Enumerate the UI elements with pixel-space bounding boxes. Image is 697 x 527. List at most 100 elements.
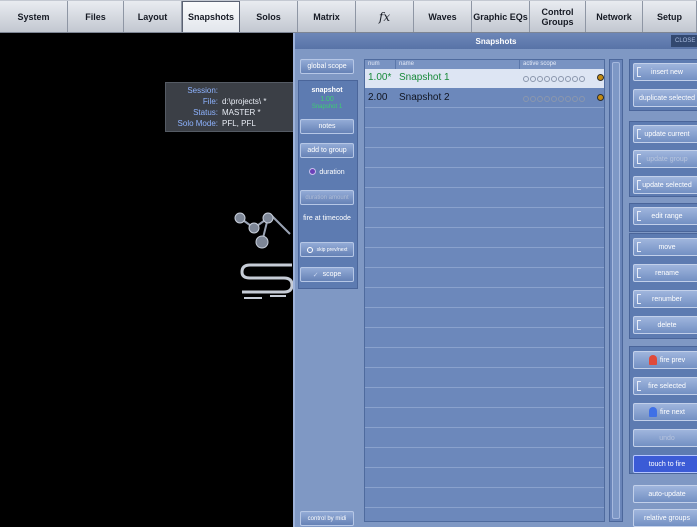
close-button[interactable]: CLOSE — [671, 35, 697, 47]
list-grid-line — [365, 429, 604, 448]
row-name: Snapshot 2 — [399, 92, 450, 103]
duration-label: duration — [319, 169, 345, 176]
auto-update-button[interactable]: auto-update — [633, 485, 697, 503]
update-current-label: update current — [644, 130, 690, 138]
list-grid-line — [365, 309, 604, 328]
update-group-button[interactable]: update group — [633, 150, 697, 168]
duration-amount-button[interactable]: duration amount — [300, 190, 354, 205]
column-active-scope[interactable]: active scope — [520, 60, 604, 69]
scrollbar-thumb[interactable] — [612, 62, 620, 519]
relative-groups-button[interactable]: relative groups — [633, 509, 697, 527]
update-selected-button[interactable]: update selected — [633, 176, 697, 194]
list-grid-line — [365, 509, 604, 527]
row-number: 1.00* — [368, 72, 392, 83]
scope-label: scope — [322, 271, 342, 278]
session-status-label: Status: — [193, 108, 218, 117]
tab-fx[interactable]: fx — [356, 1, 414, 32]
snapshot-list[interactable]: num name active scope 1.00* Snapshot 1 2… — [364, 59, 605, 522]
tab-graphic-eqs[interactable]: Graphic EQs — [472, 1, 530, 32]
scope-indicators — [523, 76, 585, 82]
column-num[interactable]: num — [365, 60, 396, 69]
list-scrollbar[interactable] — [609, 59, 623, 522]
session-info-panel: Session: File: d:\projects\ * Status: MA… — [165, 82, 295, 132]
chevron-left-icon — [637, 381, 641, 391]
delete-label: delete — [657, 321, 677, 329]
list-grid-line — [365, 269, 604, 288]
session-title: Session: — [187, 86, 218, 95]
rename-label: rename — [655, 269, 679, 277]
fire-prev-icon — [648, 355, 657, 365]
check-icon: ✓ — [312, 271, 319, 279]
insert-new-label: insert new — [651, 68, 683, 76]
delete-button[interactable]: delete — [633, 316, 697, 334]
session-status-value: MASTER * — [222, 108, 261, 117]
rename-button[interactable]: rename — [633, 264, 697, 282]
list-grid-line — [365, 389, 604, 408]
fire-prev-label: fire prev — [659, 356, 686, 364]
list-grid-line — [365, 209, 604, 228]
window-title: Snapshots — [295, 33, 697, 49]
scope-status-icon — [597, 74, 604, 81]
session-solo-value: PFL, PFL — [222, 119, 256, 128]
list-item-snapshot-2[interactable]: 2.00 Snapshot 2 — [365, 89, 604, 108]
fire-next-icon — [649, 407, 658, 417]
notes-button[interactable]: notes — [300, 119, 354, 134]
insert-new-button[interactable]: insert new — [633, 63, 697, 81]
list-grid-line — [365, 349, 604, 368]
list-header: num name active scope — [365, 60, 604, 69]
chevron-left-icon — [637, 129, 641, 139]
move-button[interactable]: move — [633, 238, 697, 256]
skip-prev-next-button[interactable]: skip prev/next — [300, 242, 354, 257]
skip-prev-next-label: skip prev/next — [316, 246, 348, 253]
session-solo-label: Solo Mode: — [177, 119, 218, 128]
list-grid-line — [365, 229, 604, 248]
duplicate-selected-label: duplicate selected — [638, 94, 696, 102]
tab-network[interactable]: Network — [586, 1, 643, 32]
update-current-button[interactable]: update current — [633, 125, 697, 143]
fire-selected-label: fire selected — [648, 382, 686, 390]
chevron-left-icon — [637, 67, 641, 77]
tab-setup[interactable]: Setup — [643, 1, 697, 32]
control-by-midi-button[interactable]: control by midi — [300, 511, 354, 526]
fire-next-button[interactable]: fire next — [633, 403, 697, 421]
chevron-left-icon — [637, 242, 641, 252]
duplicate-selected-button[interactable]: duplicate selected — [633, 89, 697, 107]
snapshot-number: 1.00 — [320, 96, 334, 103]
fire-prev-button[interactable]: fire prev — [633, 351, 697, 369]
column-name[interactable]: name — [396, 60, 520, 69]
tab-snapshots[interactable]: Snapshots — [182, 1, 240, 32]
tab-solos[interactable]: Solos — [240, 1, 298, 32]
list-grid-line — [365, 129, 604, 148]
tab-matrix[interactable]: Matrix — [298, 1, 356, 32]
tab-system[interactable]: System — [0, 1, 68, 32]
touch-to-fire-button[interactable]: touch to fire — [633, 455, 697, 473]
global-scope-button[interactable]: global scope — [300, 59, 354, 74]
tab-layout[interactable]: Layout — [124, 1, 182, 32]
fire-selected-button[interactable]: fire selected — [633, 377, 697, 395]
chevron-left-icon — [637, 268, 641, 278]
edit-range-button[interactable]: edit range — [633, 207, 697, 225]
tab-files[interactable]: Files — [68, 1, 124, 32]
list-grid-line — [365, 449, 604, 468]
scope-button[interactable]: ✓ scope — [300, 267, 354, 282]
brand-logo-icon — [234, 212, 291, 249]
session-file-label: File: — [202, 97, 218, 106]
update-group-label: update group — [646, 155, 688, 163]
tab-control-groups[interactable]: Control Groups — [530, 1, 586, 32]
chevron-left-icon — [637, 211, 641, 221]
undo-button[interactable]: undo — [633, 429, 697, 447]
session-file-value: d:\projects\ * — [222, 97, 267, 106]
renumber-label: renumber — [652, 295, 682, 303]
chevron-left-icon — [637, 180, 641, 190]
fire-at-timecode-label[interactable]: fire at timecode — [300, 215, 354, 222]
add-to-group-button[interactable]: add to group — [300, 143, 354, 158]
list-grid-line — [365, 409, 604, 428]
renumber-button[interactable]: renumber — [633, 290, 697, 308]
duration-toggle[interactable]: duration — [300, 168, 354, 176]
list-item-snapshot-1[interactable]: 1.00* Snapshot 1 — [365, 69, 604, 88]
fire-next-label: fire next — [660, 408, 685, 416]
tab-waves[interactable]: Waves — [414, 1, 472, 32]
list-grid-line — [365, 329, 604, 348]
list-grid-line — [365, 149, 604, 168]
top-tab-bar: System Files Layout Snapshots Solos Matr… — [0, 0, 697, 33]
